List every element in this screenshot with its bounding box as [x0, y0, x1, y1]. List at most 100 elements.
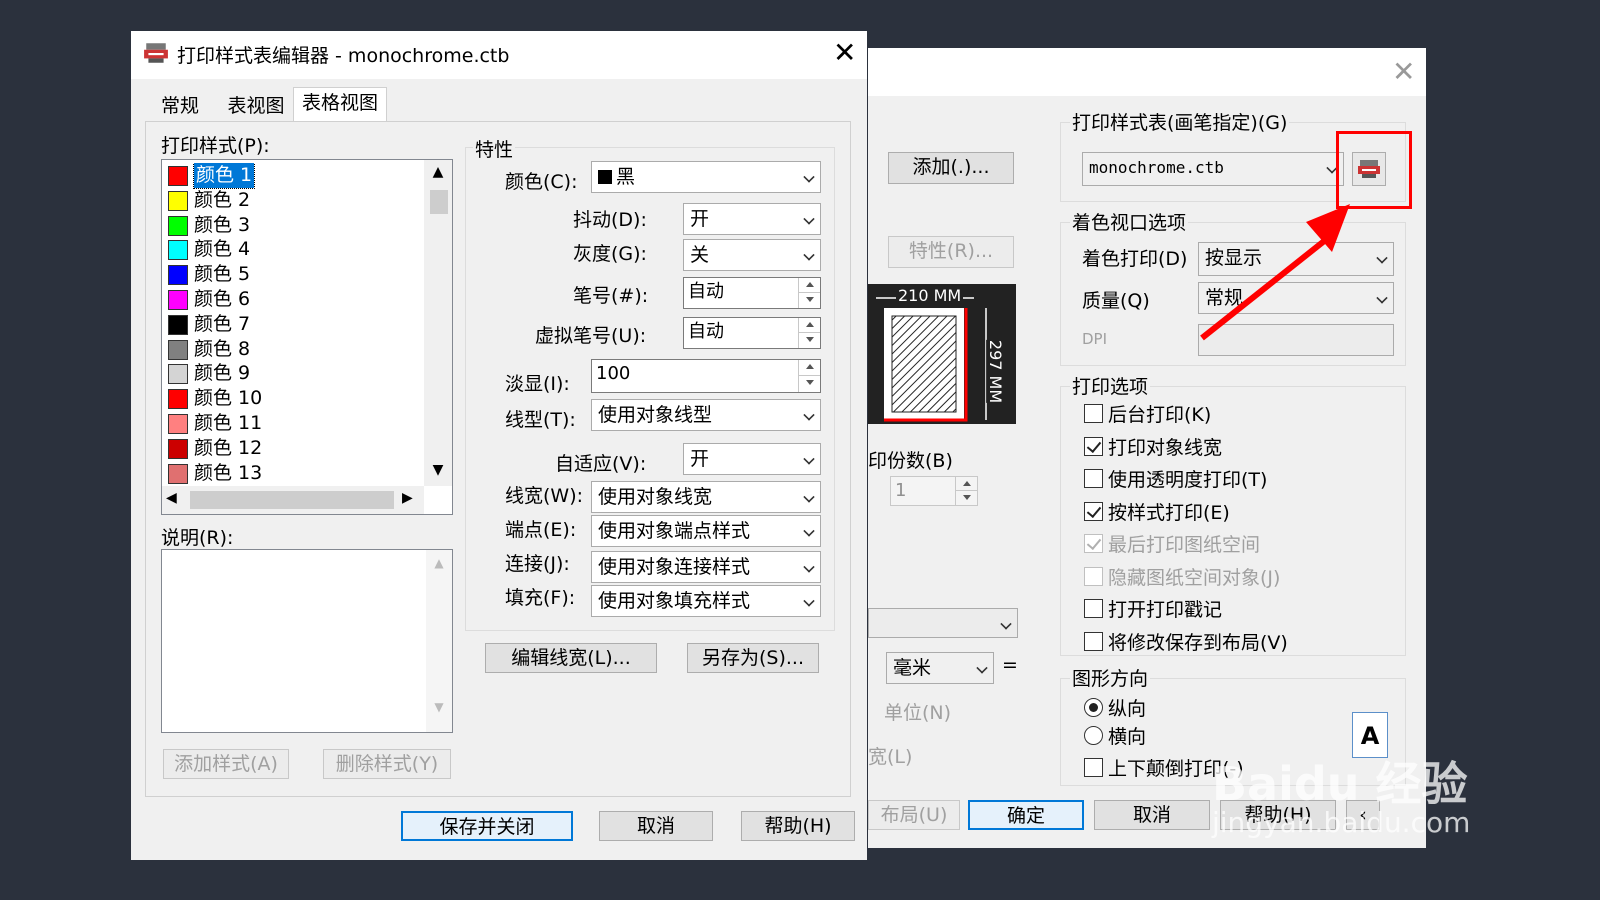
list-item[interactable]: 颜色 10 — [162, 386, 424, 411]
option-checkbox[interactable] — [1084, 631, 1103, 651]
portrait-radio[interactable] — [1084, 698, 1103, 717]
delete-style-button[interactable]: 删除样式(Y) — [323, 749, 451, 779]
copies-up-button[interactable] — [955, 477, 977, 491]
list-item[interactable]: 颜色 3 — [162, 213, 424, 238]
pst-value: monochrome.ctb — [1089, 158, 1224, 177]
color-combo[interactable]: 黑 — [591, 161, 821, 193]
fillstyle-label: 填充(F): — [505, 587, 576, 609]
list-item[interactable]: 颜色 9 — [162, 361, 424, 386]
scale-combo[interactable] — [868, 608, 1018, 638]
vpen-up-button[interactable] — [798, 318, 820, 333]
description-label: 说明(R): — [161, 527, 234, 549]
scroll-left-icon[interactable]: ◀ — [166, 490, 177, 506]
style-name: 颜色 8 — [194, 337, 251, 360]
list-item[interactable]: 颜色 12 — [162, 436, 424, 461]
vertical-scrollbar[interactable]: ▲ ▼ — [424, 160, 452, 486]
virtual-pen-stepper[interactable]: 自动 — [683, 317, 821, 349]
fillstyle-combo[interactable]: 使用对象填充样式 — [591, 585, 821, 617]
shade-plot-label: 着色打印(D) — [1082, 248, 1188, 270]
joinstyle-label: 连接(J): — [505, 553, 570, 575]
horizontal-scrollbar[interactable]: ◀ ▶ — [162, 486, 424, 514]
hscroll-thumb[interactable] — [190, 491, 394, 509]
scroll-down-icon[interactable]: ▼ — [424, 462, 452, 478]
scroll-right-icon[interactable]: ▶ — [402, 490, 413, 506]
screen-up-button[interactable] — [798, 360, 820, 376]
list-item[interactable]: 颜色 4 — [162, 237, 424, 262]
apply-layout-button[interactable]: 布局(U) — [868, 800, 960, 830]
close-icon[interactable]: ✕ — [1392, 58, 1415, 86]
plot-cancel-button[interactable]: 取消 — [1094, 800, 1210, 830]
lineweight-label: 线宽(W): — [505, 485, 584, 507]
close-icon[interactable]: ✕ — [833, 39, 856, 67]
color-value: 黑 — [616, 166, 636, 188]
pen-down-button[interactable] — [798, 293, 820, 308]
unit-combo[interactable]: 毫米 — [886, 652, 994, 684]
add-style-button[interactable]: 添加样式(A) — [163, 749, 289, 779]
color-swatch — [168, 463, 188, 484]
scroll-up-icon[interactable]: ▲ — [424, 164, 452, 180]
screening-label: 淡显(I): — [505, 373, 570, 395]
save-as-button[interactable]: 另存为(S)... — [687, 643, 819, 673]
option-checkbox[interactable] — [1084, 599, 1103, 618]
tab-table-view[interactable]: 表视图 — [217, 91, 295, 121]
adaptive-value: 开 — [690, 448, 710, 470]
tab-form-view[interactable]: 表格视图 — [293, 87, 387, 123]
option-checkbox[interactable] — [1084, 534, 1103, 553]
joinstyle-combo[interactable]: 使用对象连接样式 — [591, 551, 821, 583]
list-item[interactable]: 颜色 8 — [162, 337, 424, 362]
list-item[interactable]: 颜色 11 — [162, 411, 424, 436]
option-label: 打开打印戳记 — [1108, 599, 1223, 621]
color-swatch — [168, 389, 188, 410]
option-checkbox[interactable] — [1084, 469, 1103, 488]
tab-general[interactable]: 常规 — [145, 91, 215, 121]
copies-stepper[interactable]: 1 — [890, 476, 978, 506]
list-item[interactable]: 颜色 13 — [162, 461, 424, 486]
editor-help-button[interactable]: 帮助(H) — [741, 811, 855, 841]
edit-lineweights-button[interactable]: 编辑线宽(L)... — [485, 643, 657, 673]
adaptive-combo[interactable]: 开 — [683, 443, 821, 475]
virtual-pen-value: 自动 — [688, 321, 724, 342]
joinstyle-value: 使用对象连接样式 — [598, 556, 751, 578]
save-close-button[interactable]: 保存并关闭 — [401, 811, 573, 841]
screening-value: 100 — [596, 363, 631, 384]
option-checkbox[interactable] — [1084, 404, 1103, 423]
endstyle-label: 端点(E): — [505, 519, 577, 541]
pst-combo[interactable]: monochrome.ctb — [1082, 152, 1344, 186]
vpen-down-button[interactable] — [798, 333, 820, 348]
list-item[interactable]: 颜色 1 — [162, 163, 424, 189]
styles-list[interactable]: 颜色 1 颜色 2 颜色 3 颜色 4 颜色 5 颜色 6 颜色 7 颜色 8 颜色 9 颜色 1… — [161, 159, 453, 515]
add-button[interactable]: 添加(.)... — [888, 152, 1014, 184]
scroll-down-icon[interactable]: ▼ — [426, 700, 452, 714]
grayscale-combo[interactable]: 关 — [683, 239, 821, 271]
dpi-label: DPI — [1082, 330, 1108, 348]
scroll-thumb[interactable] — [430, 190, 448, 214]
scroll-up-icon[interactable]: ▲ — [426, 556, 452, 570]
option-label: 后台打印(K) — [1108, 404, 1212, 426]
landscape-radio[interactable] — [1084, 726, 1103, 745]
copies-down-button[interactable] — [955, 491, 977, 505]
properties-title: 特性 — [473, 135, 516, 162]
pen-stepper[interactable]: 自动 — [683, 277, 821, 309]
list-item[interactable]: 颜色 7 — [162, 312, 424, 337]
option-checkbox[interactable] — [1084, 436, 1103, 456]
editor-cancel-button[interactable]: 取消 — [599, 811, 713, 841]
description-textarea[interactable]: ▲ ▼ — [161, 549, 453, 733]
upside-down-checkbox[interactable] — [1084, 758, 1103, 777]
endstyle-combo[interactable]: 使用对象端点样式 — [591, 515, 821, 547]
screening-stepper[interactable]: 100 — [591, 359, 821, 393]
option-checkbox[interactable] — [1084, 566, 1103, 586]
properties-button[interactable]: 特性(R)... — [888, 236, 1014, 268]
list-item[interactable]: 颜色 2 — [162, 188, 424, 213]
dither-combo[interactable]: 开 — [683, 203, 821, 235]
lineweight-combo[interactable]: 使用对象线宽 — [591, 481, 821, 513]
list-item[interactable]: 颜色 6 — [162, 287, 424, 312]
linetype-combo[interactable]: 使用对象线型 — [591, 399, 821, 431]
option-checkbox[interactable] — [1084, 501, 1103, 521]
pen-up-button[interactable] — [798, 278, 820, 293]
ok-button[interactable]: 确定 — [968, 800, 1084, 830]
watermark-brand: Baidu 经验 — [1212, 757, 1468, 811]
desc-scrollbar[interactable]: ▲ ▼ — [426, 550, 452, 732]
list-item[interactable]: 颜色 5 — [162, 262, 424, 287]
screen-down-button[interactable] — [798, 376, 820, 392]
style-name: 颜色 10 — [194, 387, 263, 410]
